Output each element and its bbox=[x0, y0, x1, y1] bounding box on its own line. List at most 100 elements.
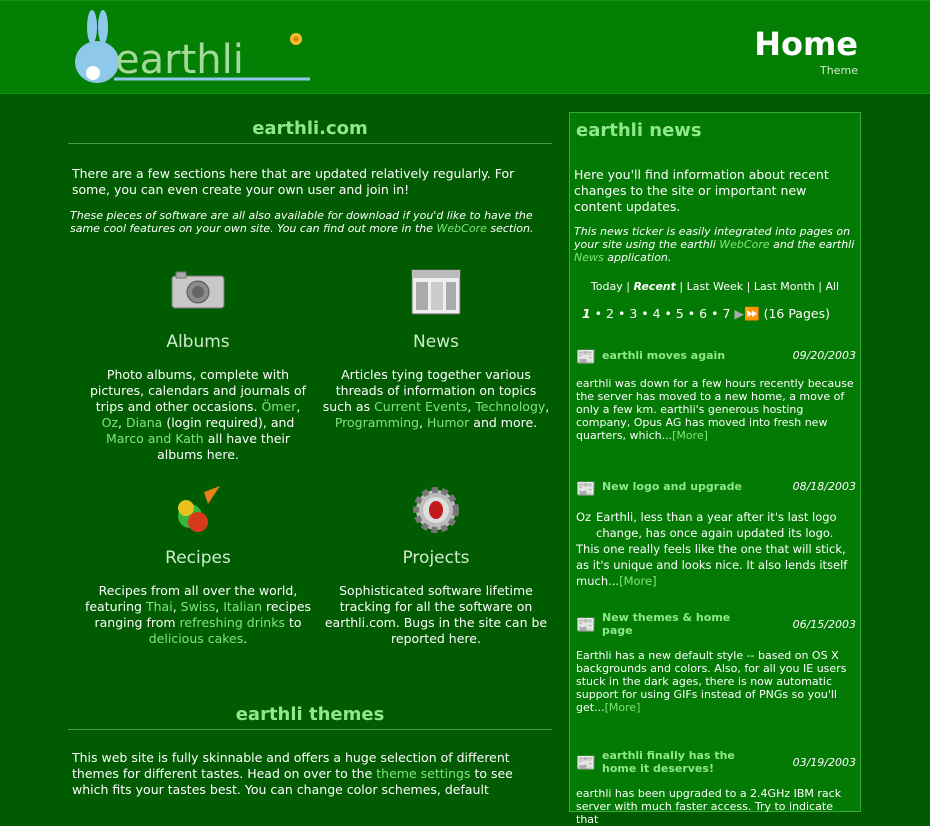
link-programming[interactable]: Programming bbox=[335, 415, 419, 430]
page-5[interactable]: 5 bbox=[676, 306, 684, 321]
link-omer[interactable]: Ömer bbox=[261, 399, 296, 414]
news-item-date: 06/15/2003 bbox=[792, 618, 856, 631]
themes-text: This web site is fully skinnable and off… bbox=[72, 750, 548, 798]
filter-last-month[interactable]: Last Month bbox=[754, 280, 815, 293]
pager: 1 • 2 • 3 • 4 • 5 • 6 • 7 ▶⏩ (16 Pages) bbox=[582, 306, 830, 321]
theme-link[interactable]: Theme bbox=[820, 64, 858, 77]
themes-section: earthli themes This web site is fully sk… bbox=[68, 696, 552, 798]
news-item-date: 08/18/2003 bbox=[792, 480, 856, 493]
webcore-link[interactable]: WebCore bbox=[437, 222, 487, 235]
article-icon: 📰 bbox=[576, 615, 596, 634]
filter-recent[interactable]: Recent bbox=[633, 280, 675, 293]
rabbit-icon bbox=[75, 10, 119, 83]
link-current-events[interactable]: Current Events bbox=[374, 399, 467, 414]
link-marco-kath[interactable]: Marco and Kath bbox=[106, 431, 204, 446]
recipes-desc-3: to bbox=[284, 615, 302, 630]
intro2-post: application. bbox=[603, 251, 672, 264]
news-item-title[interactable]: New themes & home page bbox=[602, 611, 742, 637]
webcore-link[interactable]: WebCore bbox=[719, 238, 769, 251]
sep: , bbox=[118, 415, 126, 430]
page-3[interactable]: 3 bbox=[629, 306, 637, 321]
news-title[interactable]: News bbox=[316, 332, 556, 352]
page-title: Home bbox=[754, 25, 858, 63]
news-item-body: Earthli has a new default style -- based… bbox=[576, 649, 858, 714]
news-feature: News Articles tying together various thr… bbox=[316, 268, 556, 431]
recipes-feature: Recipes Recipes from all over the world,… bbox=[78, 484, 318, 647]
news-desc-2: and more. bbox=[469, 415, 538, 430]
albums-desc-2: (login required), and bbox=[162, 415, 295, 430]
filter-last-week[interactable]: Last Week bbox=[687, 280, 744, 293]
link-delicious-cakes[interactable]: delicious cakes bbox=[149, 631, 244, 646]
news-body-text: Earthli, less than a year after it's las… bbox=[596, 510, 837, 540]
last-page-icon[interactable]: ⏩ bbox=[744, 306, 760, 321]
link-humor[interactable]: Humor bbox=[427, 415, 469, 430]
link-refreshing-drinks[interactable]: refreshing drinks bbox=[180, 615, 285, 630]
article-icon: 📰 bbox=[576, 347, 596, 366]
section-title: earthli.com bbox=[68, 110, 552, 144]
next-page-icon[interactable]: ▶ bbox=[734, 306, 744, 321]
news-sidebar-title: earthli news bbox=[576, 120, 702, 141]
news-item-body: earthli was down for a few hours recentl… bbox=[576, 377, 858, 442]
sep: , bbox=[545, 399, 550, 414]
page-7[interactable]: 7 bbox=[722, 306, 730, 321]
page-count: (16 Pages) bbox=[763, 306, 830, 321]
news-item-body: Oz Earthli, less than a year after it's l… bbox=[576, 509, 858, 589]
gear-bug-icon[interactable] bbox=[406, 484, 466, 536]
albums-feature: Albums Photo albums, complete with pictu… bbox=[78, 268, 318, 463]
news-item-title[interactable]: New logo and upgrade bbox=[602, 480, 752, 493]
more-link[interactable]: [More] bbox=[672, 429, 708, 442]
flower-icon bbox=[290, 33, 302, 45]
news-body-text: This one really feels like the one that … bbox=[576, 542, 848, 588]
page-2[interactable]: 2 bbox=[606, 306, 614, 321]
svg-text:earthli: earthli bbox=[115, 37, 244, 83]
header: earthli Home Theme bbox=[0, 0, 930, 94]
themes-title: earthli themes bbox=[68, 696, 552, 730]
news-item-title[interactable]: earthli finally has the home it deserves… bbox=[602, 749, 762, 775]
sep: , bbox=[172, 599, 181, 614]
projects-feature: Projects Sophisticated software lifetime… bbox=[316, 484, 556, 647]
projects-title[interactable]: Projects bbox=[316, 548, 556, 568]
sep: , bbox=[296, 399, 301, 414]
news-item-tag: Oz bbox=[576, 510, 592, 524]
theme-settings-link[interactable]: theme settings bbox=[376, 766, 470, 781]
page-4[interactable]: 4 bbox=[653, 306, 661, 321]
page-1[interactable]: 1 bbox=[582, 306, 591, 321]
link-thai[interactable]: Thai bbox=[146, 599, 173, 614]
news-sidebar: earthli news Here you'll find informatio… bbox=[569, 112, 861, 826]
link-diana[interactable]: Diana bbox=[126, 415, 162, 430]
filter-today[interactable]: Today bbox=[591, 280, 623, 293]
news-item-date: 09/20/2003 bbox=[792, 349, 856, 362]
news-sidebar-intro2: This news ticker is easily integrated in… bbox=[574, 225, 856, 264]
intro-text: There are a few sections here that are u… bbox=[72, 166, 515, 197]
news-app-link[interactable]: News bbox=[574, 251, 604, 264]
intro-italic-text: These pieces of software are all also av… bbox=[70, 209, 550, 235]
article-icon: 📰 bbox=[576, 479, 596, 498]
news-sidebar-intro: Here you'll find information about recen… bbox=[574, 167, 829, 214]
link-italian[interactable]: Italian bbox=[223, 599, 262, 614]
recipes-title[interactable]: Recipes bbox=[78, 548, 318, 568]
link-technology[interactable]: Technology bbox=[475, 399, 545, 414]
filter-all[interactable]: All bbox=[825, 280, 839, 293]
vegetables-icon[interactable] bbox=[168, 484, 228, 536]
news-item-title[interactable]: earthli moves again bbox=[602, 349, 752, 362]
sep: , bbox=[419, 415, 428, 430]
more-link[interactable]: [More] bbox=[605, 701, 641, 714]
link-oz[interactable]: Oz bbox=[102, 415, 118, 430]
news-desc: Articles tying together various threads … bbox=[316, 367, 556, 431]
news-filters: Today | Recent | Last Week | Last Month … bbox=[590, 280, 840, 293]
albums-title[interactable]: Albums bbox=[78, 332, 318, 352]
albums-desc: Photo albums, complete with pictures, ca… bbox=[78, 367, 318, 463]
news-item-body: earthli has been upgraded to a 2.4GHz IB… bbox=[576, 787, 842, 826]
recipes-desc: Recipes from all over the world, featuri… bbox=[78, 583, 318, 647]
intro-italic-post: section. bbox=[486, 222, 534, 235]
link-swiss[interactable]: Swiss bbox=[181, 599, 216, 614]
main-content: earthli.com There are a few sections her… bbox=[68, 110, 552, 235]
camera-icon[interactable] bbox=[168, 268, 228, 320]
intro2-mid: and the earthli bbox=[769, 238, 855, 251]
recipes-desc-4: . bbox=[243, 631, 248, 646]
newspaper-icon[interactable] bbox=[406, 268, 466, 320]
earthli-logo[interactable]: earthli bbox=[70, 7, 315, 85]
projects-desc: Sophisticated software lifetime tracking… bbox=[324, 583, 548, 646]
page-6[interactable]: 6 bbox=[699, 306, 707, 321]
more-link[interactable]: [More] bbox=[619, 574, 656, 588]
